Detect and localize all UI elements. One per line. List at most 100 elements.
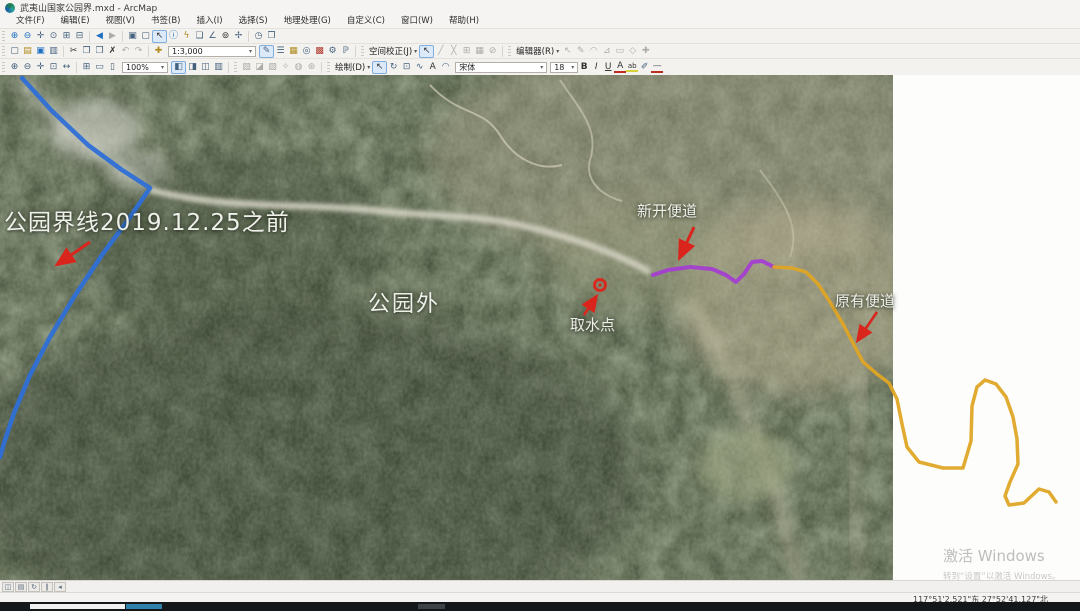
- text-tool-icon[interactable]: A: [426, 61, 439, 73]
- rectangle-tool-icon[interactable]: ▭: [613, 45, 626, 57]
- new-rectangle-icon[interactable]: ⊡: [400, 61, 413, 73]
- font-size-combo[interactable]: 18 ▾: [550, 61, 579, 73]
- menu-view[interactable]: 视图(V): [98, 15, 143, 28]
- adjust-grid-icon[interactable]: ⊞: [460, 45, 473, 57]
- hyperlink-icon[interactable]: ϟ: [180, 30, 193, 42]
- clip-data-frame-icon[interactable]: ◪: [253, 61, 266, 73]
- python-window-icon[interactable]: ℙ: [339, 45, 352, 57]
- menu-file[interactable]: 文件(F): [8, 15, 53, 28]
- menu-insert[interactable]: 插入(I): [188, 15, 230, 28]
- toggle-draft-mode-icon[interactable]: ◧: [171, 60, 186, 74]
- delete-icon[interactable]: ✗: [106, 45, 119, 57]
- editor-menu[interactable]: 编辑器(R) ▾: [514, 45, 561, 57]
- menu-edit[interactable]: 编辑(E): [53, 15, 98, 28]
- scroll-left-button[interactable]: ◂: [54, 581, 66, 592]
- refresh-view-button[interactable]: ↻: [28, 581, 40, 592]
- editor-toolbar-toggle-icon[interactable]: ✎: [259, 44, 274, 58]
- select-elements-icon[interactable]: ↖: [152, 29, 167, 43]
- measure-icon[interactable]: ∠: [206, 30, 219, 42]
- toolbar-grip[interactable]: [361, 46, 364, 56]
- link-table-icon[interactable]: ▦: [473, 45, 486, 57]
- new-displacement-link-icon[interactable]: ╱: [434, 45, 447, 57]
- map-scale-combo[interactable]: 1:3,000 ▾: [168, 45, 256, 57]
- back-extent-icon[interactable]: ◀: [93, 30, 106, 42]
- edit-select-icon[interactable]: ↖: [561, 45, 574, 57]
- menu-selection[interactable]: 选择(S): [231, 15, 276, 28]
- new-document-icon[interactable]: ▢: [8, 45, 21, 57]
- data-driven-pages-icon[interactable]: ▥: [212, 61, 225, 73]
- font-family-combo[interactable]: 宋体 ▾: [455, 61, 548, 73]
- go-back-extent-icon[interactable]: ▯: [106, 61, 119, 73]
- rotate-data-frame-icon[interactable]: ▧: [240, 61, 253, 73]
- fixed-zoom-out-page-icon[interactable]: ▭: [93, 61, 106, 73]
- arc-draw-icon[interactable]: ◠: [439, 61, 452, 73]
- draw-menu[interactable]: 绘制(D) ▾: [333, 61, 372, 73]
- layout-view-button[interactable]: ▤: [15, 581, 27, 592]
- search-window-icon[interactable]: ◎: [300, 45, 313, 57]
- find-icon[interactable]: ⊚: [219, 30, 232, 42]
- pause-drawing-button[interactable]: ∥: [41, 581, 53, 592]
- map-canvas[interactable]: 公园界线2019.12.25之前 公园外 取水点 新开便道 原有便道 激活 Wi…: [0, 75, 1080, 582]
- paste-icon[interactable]: ❒: [93, 45, 106, 57]
- midpoint-tool-icon[interactable]: ◇: [626, 45, 639, 57]
- zoom-out-icon[interactable]: ⊖: [21, 30, 34, 42]
- forward-extent-icon[interactable]: ▶: [106, 30, 119, 42]
- change-layout-icon[interactable]: ◫: [199, 61, 212, 73]
- menu-bookmarks[interactable]: 书签(B): [143, 15, 188, 28]
- adjust-disabled-icon[interactable]: ⊘: [486, 45, 499, 57]
- arctoolbox-icon[interactable]: ▩: [313, 45, 326, 57]
- undo-icon[interactable]: ↶: [119, 45, 132, 57]
- flicker-icon[interactable]: ⊛: [305, 61, 318, 73]
- zoom-percent-combo[interactable]: 100% ▾: [122, 61, 168, 73]
- focus-data-frame-icon[interactable]: ◨: [186, 61, 199, 73]
- zoom-in-icon[interactable]: ⊕: [8, 30, 21, 42]
- rotate-element-icon[interactable]: ↻: [387, 61, 400, 73]
- font-color-button[interactable]: A: [614, 61, 627, 73]
- horizontal-scrollbar-strip[interactable]: ◫ ▤ ↻ ∥ ◂: [0, 580, 1080, 592]
- chevron-down-icon[interactable]: ▾: [246, 48, 252, 55]
- fixed-zoom-in-icon[interactable]: ⊞: [60, 30, 73, 42]
- vertex-add-icon[interactable]: ✚: [639, 45, 652, 57]
- fixed-zoom-out-icon[interactable]: ⊟: [73, 30, 86, 42]
- layout-zoom-in-icon[interactable]: ⊕: [8, 61, 21, 73]
- toolbar-grip[interactable]: [2, 62, 5, 72]
- table-of-contents-icon[interactable]: ☰: [274, 45, 287, 57]
- full-extent-icon[interactable]: ⊙: [47, 30, 60, 42]
- layout-zoom-out-icon[interactable]: ⊖: [21, 61, 34, 73]
- sketch-tool-icon[interactable]: ✎: [574, 45, 587, 57]
- select-features-icon[interactable]: ▣: [126, 30, 139, 42]
- data-view-button[interactable]: ◫: [2, 581, 14, 592]
- pan-icon[interactable]: ✛: [34, 30, 47, 42]
- italic-button[interactable]: I: [590, 62, 602, 72]
- copy-icon[interactable]: ❐: [80, 45, 93, 57]
- go-to-xy-icon[interactable]: ✢: [232, 30, 245, 42]
- menu-customize[interactable]: 自定义(C): [339, 15, 393, 28]
- add-data-icon[interactable]: ✚: [152, 45, 165, 57]
- line-color-button[interactable]: —: [651, 61, 664, 73]
- layout-pan-icon[interactable]: ✛: [34, 61, 47, 73]
- toolbar-grip[interactable]: [508, 46, 512, 56]
- line-tool-icon[interactable]: ∿: [413, 61, 426, 73]
- chevron-down-icon[interactable]: ▾: [568, 64, 574, 71]
- toolbar-grip[interactable]: [327, 62, 330, 72]
- highlight-button[interactable]: ab: [626, 62, 639, 72]
- print-icon[interactable]: ▥: [47, 45, 60, 57]
- zoom-whole-page-icon[interactable]: ⊡: [47, 61, 60, 73]
- toolbar-grip[interactable]: [2, 46, 5, 56]
- chevron-down-icon[interactable]: ▾: [158, 64, 164, 71]
- chevron-down-icon[interactable]: ▾: [537, 64, 543, 71]
- redo-icon[interactable]: ↷: [132, 45, 145, 57]
- spatial-adjustment-menu[interactable]: 空间校正(J) ▾: [367, 45, 419, 57]
- toolbar-grip[interactable]: [2, 31, 5, 41]
- spatial-select-icon[interactable]: ↖: [419, 44, 435, 58]
- swipe-icon[interactable]: ◍: [292, 61, 305, 73]
- multiple-links-icon[interactable]: ╳: [447, 45, 460, 57]
- menu-geoprocessing[interactable]: 地理处理(G): [276, 15, 339, 28]
- trace-tool-icon[interactable]: ⊿: [600, 45, 613, 57]
- arc-tool-icon[interactable]: ◠: [587, 45, 600, 57]
- model-builder-icon[interactable]: ⚙: [326, 45, 339, 57]
- time-slider-icon[interactable]: ◷: [252, 30, 265, 42]
- menu-window[interactable]: 窗口(W): [393, 15, 441, 28]
- extent-indicator-icon[interactable]: ▨: [266, 61, 279, 73]
- catalog-window-icon[interactable]: ▦: [287, 45, 300, 57]
